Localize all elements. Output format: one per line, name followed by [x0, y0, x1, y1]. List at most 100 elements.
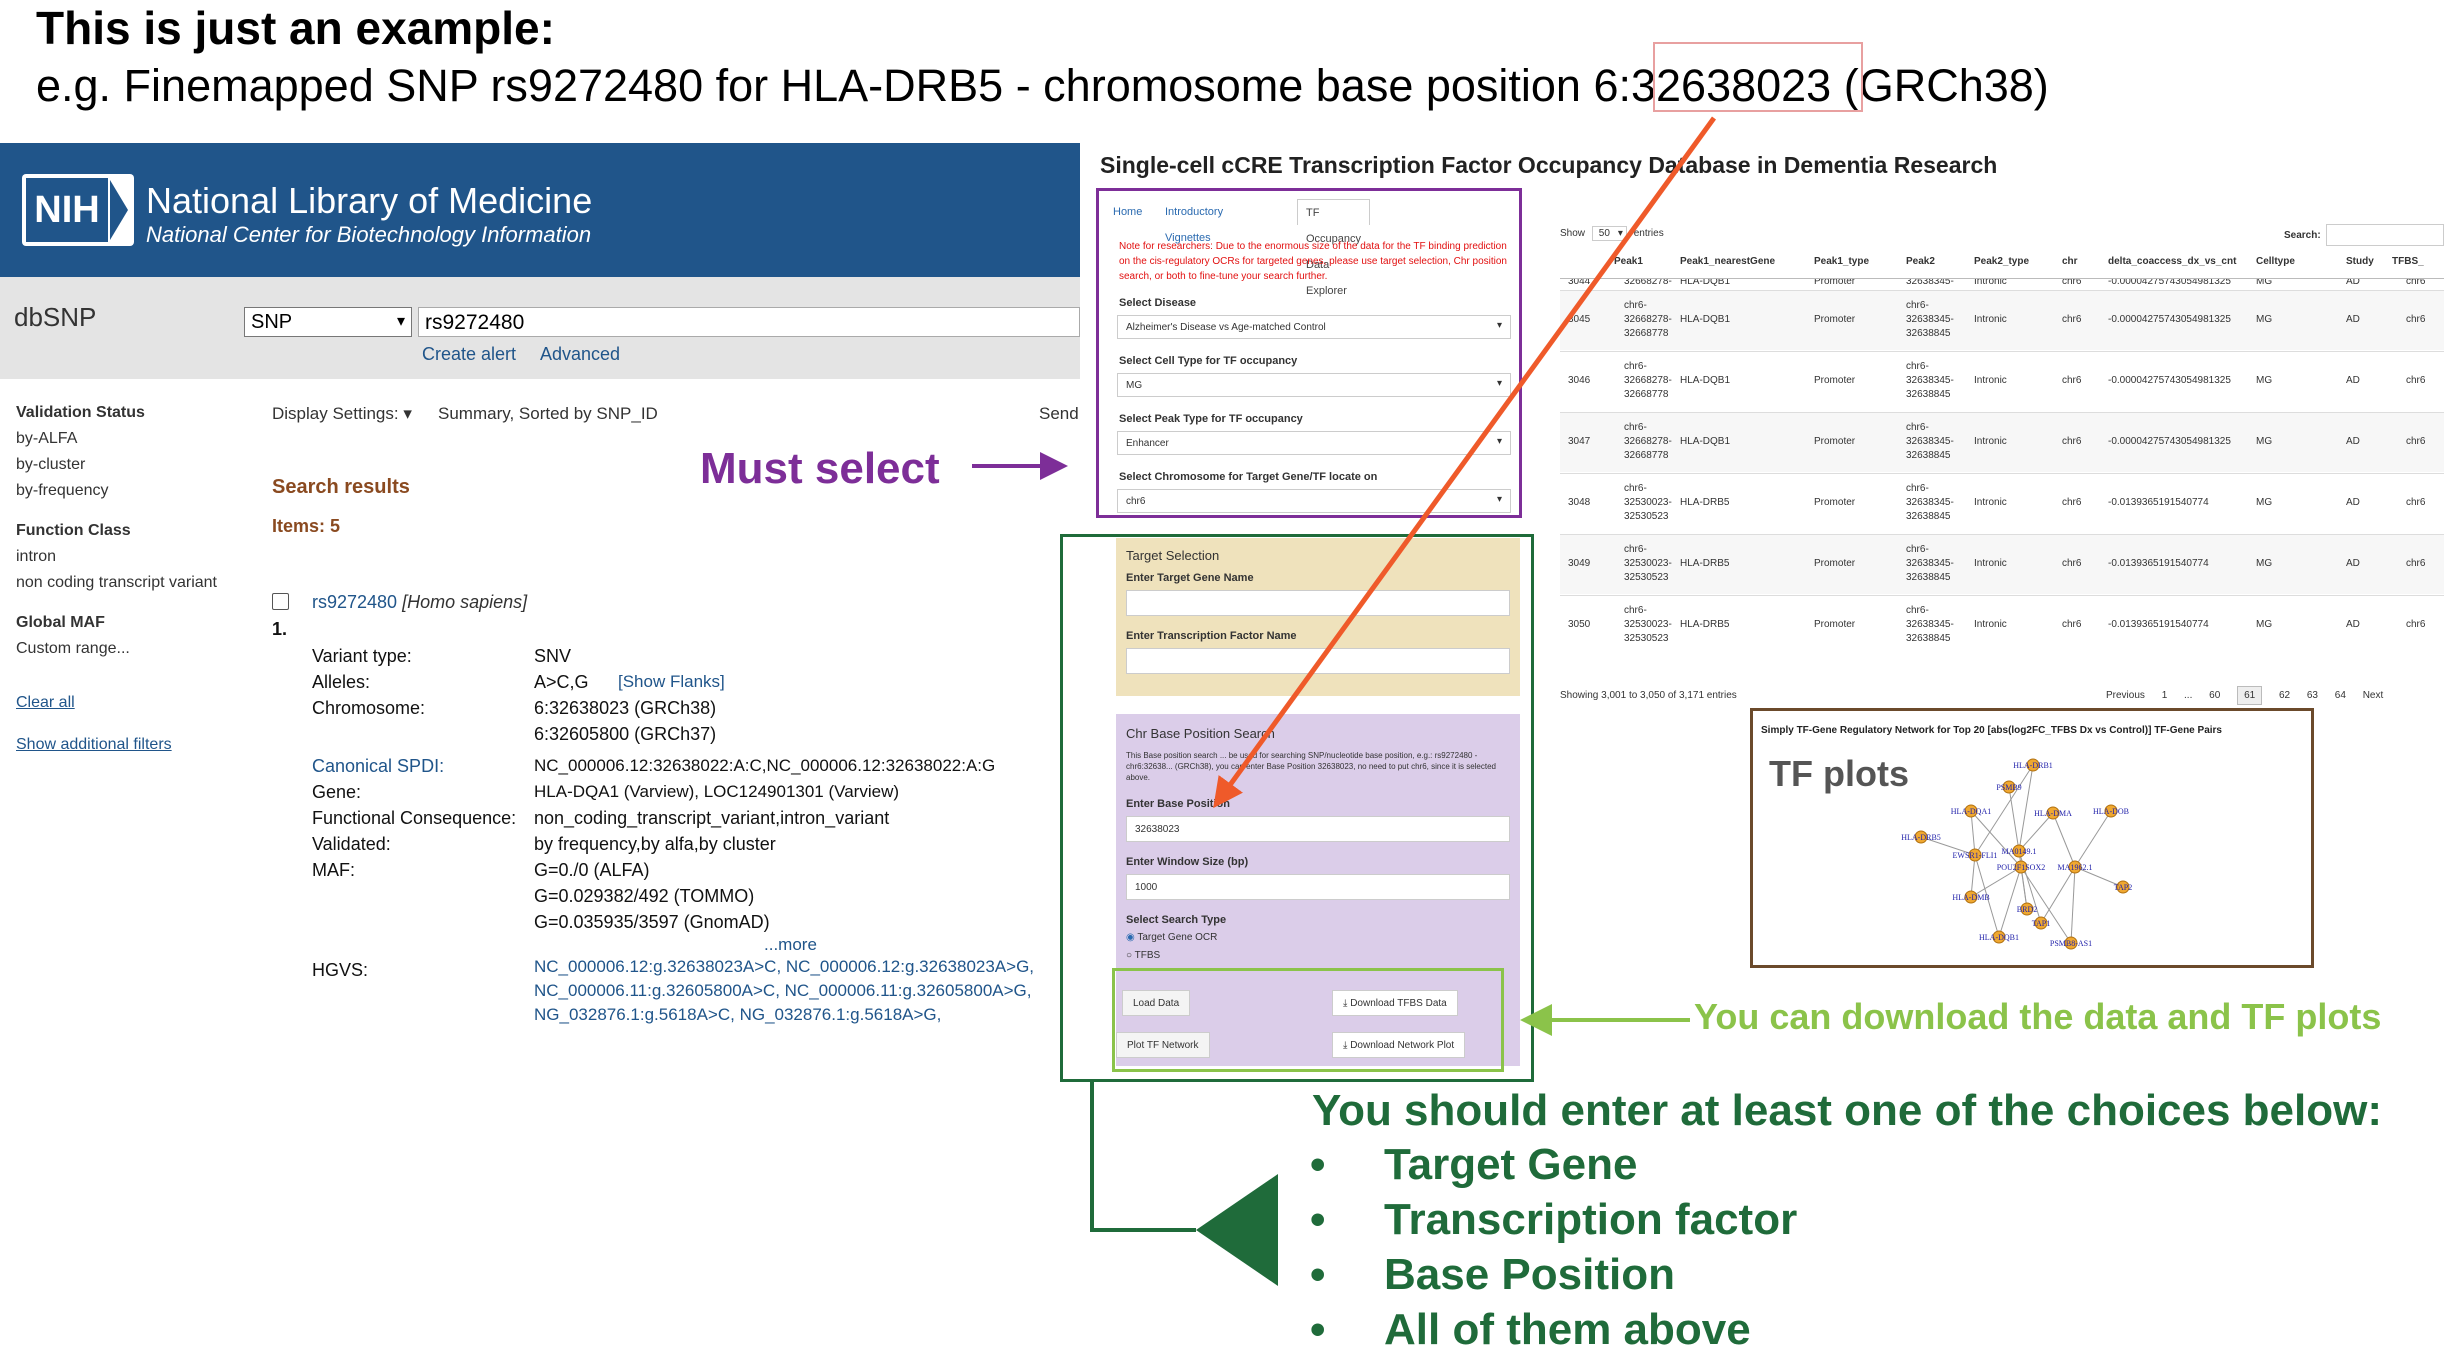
- send-link[interactable]: Send: [1039, 404, 1079, 424]
- table-cell: chr6- 32638345- 32638845: [1906, 605, 1954, 644]
- table-cell: chr6- 32530023- 32530523: [1624, 483, 1672, 522]
- col-header[interactable]: delta_coaccess_dx_vs_cnt: [2108, 256, 2236, 278]
- col-header[interactable]: Study: [2346, 256, 2374, 278]
- tab-home[interactable]: Home: [1105, 199, 1150, 225]
- table-cell: HLA-DQB1: [1680, 314, 1731, 325]
- pagination: Previous 1 ... 60 61 62 63 64 Next: [2106, 686, 2384, 705]
- result-checkbox[interactable]: [272, 593, 289, 610]
- page-link[interactable]: 62: [2279, 690, 2290, 701]
- col-header[interactable]: Peak2_type: [1974, 256, 2029, 278]
- page-link[interactable]: 60: [2209, 690, 2220, 701]
- chevron-down-icon: ▾: [1496, 436, 1502, 447]
- select-cell-type[interactable]: MG ▾: [1117, 373, 1511, 397]
- page-link[interactable]: 64: [2335, 690, 2346, 701]
- table-row[interactable]: 3048 chr6- 32530023- 32530523 HLA-DRB5 Prom…: [1560, 473, 2444, 533]
- page-ellipsis: ...: [2184, 690, 2193, 701]
- nih-logo[interactable]: NIH: [22, 174, 134, 246]
- table-cell: -0.0139365191540774: [2108, 619, 2209, 630]
- table-row[interactable]: 3046 chr6- 32668278- 32668778 HLA-DQB1 Prom…: [1560, 351, 2444, 411]
- page-link[interactable]: 1: [2162, 690, 2168, 701]
- page-current[interactable]: 61: [2237, 686, 2263, 705]
- table-row[interactable]: 3049 chr6- 32530023- 32530523 HLA-DRB5 Prom…: [1560, 534, 2444, 594]
- bullet-dot: •: [1310, 1140, 1326, 1189]
- field-key: Gene:: [312, 782, 362, 802]
- network-node-label: HLA-DRB1: [2013, 761, 2053, 770]
- filter-by-alfa[interactable]: by-ALFA: [16, 426, 256, 452]
- base-pos-label: Enter Base Position: [1126, 798, 1230, 810]
- showing-entries: Showing 3,001 to 3,050 of 3,171 entries: [1560, 690, 1737, 701]
- entries-label: entries: [1633, 228, 1664, 239]
- target-gene-label: Enter Target Gene Name: [1126, 572, 1254, 584]
- table-cell: chr6: [2062, 558, 2082, 569]
- col-header[interactable]: Peak1_type: [1814, 256, 1869, 278]
- table-row[interactable]: 3047 chr6- 32668278- 32668778 HLA-DQB1 Prom…: [1560, 412, 2444, 472]
- filter-intron[interactable]: intron: [16, 544, 256, 570]
- show-flanks-link[interactable]: [Show Flanks]: [618, 672, 725, 692]
- chevron-down-icon: ▾: [398, 404, 412, 423]
- page-next[interactable]: Next: [2363, 690, 2384, 701]
- table-row[interactable]: 3050 chr6- 32530023- 32530523 HLA-DRB5 Prom…: [1560, 595, 2444, 655]
- bullet-target-gene: • Target Gene: [1310, 1140, 1637, 1190]
- network-node-label: HLA-DMB: [1952, 893, 1989, 902]
- table-cell: Promoter: [1814, 558, 1856, 569]
- network-node-label: TAP2: [2114, 883, 2132, 892]
- cell: MG: [2256, 278, 2273, 287]
- select-chromosome[interactable]: chr6 ▾: [1117, 489, 1511, 513]
- radio-tfbs[interactable]: ○ TFBS: [1126, 950, 1160, 961]
- filter-by-frequency[interactable]: by-frequency: [16, 478, 256, 504]
- select-cell-label: Select Cell Type for TF occupancy: [1119, 355, 1298, 367]
- entries-select[interactable]: 50 ▾: [1591, 226, 1627, 241]
- network-node-label: MA0149.1: [2002, 847, 2037, 856]
- select-peak-type[interactable]: Enhancer ▾: [1117, 431, 1511, 455]
- col-header[interactable]: Celltype: [2256, 256, 2295, 278]
- hgvs-line[interactable]: NG_032876.1:g.5618A>C, NG_032876.1:g.561…: [534, 1005, 941, 1025]
- chr-search-section: Chr Base Position Search This Base posit…: [1116, 714, 1520, 976]
- hgvs-line[interactable]: NC_000006.11:g.32605800A>C, NC_000006.11…: [534, 981, 1032, 1001]
- network-edge: [2040, 866, 2076, 924]
- table-cell: chr6: [2406, 314, 2426, 325]
- window-input[interactable]: 1000: [1126, 874, 1510, 900]
- table-cell: chr6: [2062, 497, 2082, 508]
- result-index: 1.: [272, 619, 288, 639]
- page-prev[interactable]: Previous: [2106, 690, 2145, 701]
- researcher-note: Note for researchers: Due to the enormou…: [1119, 241, 1507, 282]
- advanced-link[interactable]: Advanced: [540, 344, 620, 365]
- table-row[interactable]: 3045 chr6- 32668278- 32668778 HLA-DQB1 Prom…: [1560, 290, 2444, 350]
- tab-tf-explorer[interactable]: TF Occupancy Data Explorer: [1297, 199, 1371, 297]
- tab-vignettes[interactable]: Introductory Vignettes: [1157, 199, 1231, 244]
- cell: Intronic: [1974, 278, 2007, 287]
- table-cell: MG: [2256, 619, 2273, 630]
- filter-non-coding[interactable]: non coding transcript variant: [16, 570, 256, 596]
- show-filters-link[interactable]: Show additional filters: [16, 732, 256, 758]
- network-node-label: PSMB8-AS1: [2050, 939, 2092, 948]
- tf-input[interactable]: [1126, 648, 1510, 674]
- search-input[interactable]: rs9272480: [418, 307, 1080, 337]
- target-gene-input[interactable]: [1126, 590, 1510, 616]
- db-select[interactable]: SNP ▾: [244, 307, 412, 337]
- table-cell: AD: [2346, 497, 2360, 508]
- col-header[interactable]: Peak1: [1614, 256, 1643, 278]
- cell: chr6: [2062, 278, 2082, 287]
- summary-link[interactable]: Summary, Sorted by SNP_ID: [438, 404, 658, 424]
- select-disease[interactable]: Alzheimer's Disease vs Age-matched Contr…: [1117, 315, 1511, 339]
- filter-custom-range[interactable]: Custom range...: [16, 636, 256, 662]
- rs-link[interactable]: rs9272480: [312, 592, 397, 612]
- radio-target-gene[interactable]: ◉ Target Gene OCR: [1126, 932, 1217, 943]
- page-link[interactable]: 63: [2307, 690, 2318, 701]
- filter-by-cluster[interactable]: by-cluster: [16, 452, 256, 478]
- col-header[interactable]: Peak1_nearestGene: [1680, 256, 1775, 278]
- col-header[interactable]: TFBS_: [2392, 256, 2424, 278]
- col-header[interactable]: Peak2: [1906, 256, 1935, 278]
- table-search-input[interactable]: [2326, 224, 2444, 246]
- table-cell: -0.00004275743054981325: [2108, 314, 2231, 325]
- more-link[interactable]: ...more: [764, 935, 817, 955]
- create-alert-link[interactable]: Create alert: [422, 344, 516, 365]
- base-pos-input[interactable]: 32638023: [1126, 816, 1510, 842]
- table-cell: chr6: [2062, 436, 2082, 447]
- hgvs-line[interactable]: NC_000006.12:g.32638023A>C, NC_000006.12…: [534, 957, 1034, 977]
- field-value: 6:32605800 (GRCh37): [534, 724, 717, 744]
- clear-all-link[interactable]: Clear all: [16, 690, 256, 716]
- col-header[interactable]: chr: [2062, 256, 2078, 278]
- display-settings[interactable]: Display Settings: ▾: [272, 404, 412, 424]
- bullet-dot: •: [1310, 1195, 1326, 1244]
